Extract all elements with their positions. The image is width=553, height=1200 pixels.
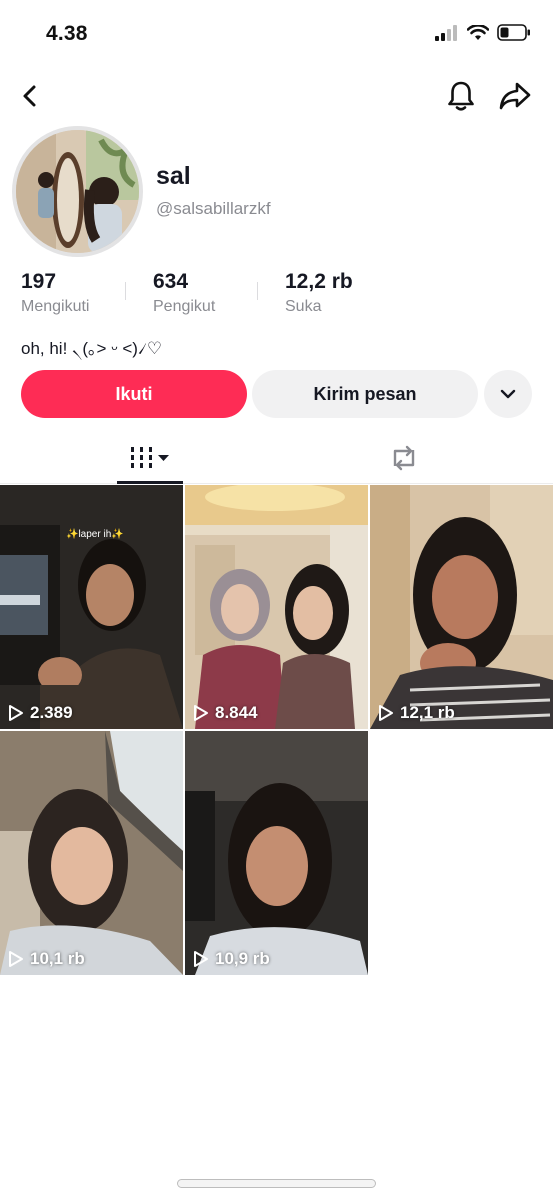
tab-videos[interactable]: [100, 432, 200, 484]
profile-stats: 197 Mengikuti 634 Pengikut 12,2 rb Suka: [21, 270, 417, 316]
stat-value: 634: [153, 270, 189, 293]
username: @salsabillarzkf: [156, 199, 271, 218]
signal-icon: [435, 24, 457, 41]
status-bar: 4.38: [0, 0, 553, 64]
video-thumbnail-4[interactable]: 10,1 rb: [0, 731, 183, 975]
stat-label: Mengikuti: [21, 298, 90, 315]
play-icon: [9, 951, 23, 967]
video-thumbnail-image: [0, 485, 183, 729]
display-name: sal: [156, 162, 191, 190]
battery-icon: [497, 24, 530, 41]
video-thumbnail-image: [185, 731, 368, 975]
video-thumbnail-5[interactable]: 10,9 rb: [185, 731, 368, 975]
repost-icon: [393, 445, 415, 471]
play-icon: [194, 705, 208, 721]
view-count: 10,9 rb: [193, 949, 270, 969]
view-count: 12,1 rb: [378, 703, 455, 723]
message-button[interactable]: Kirim pesan: [252, 370, 478, 418]
active-tab-indicator: [117, 481, 183, 484]
bio: oh, hi! ৲(｡˃ ᵕ ˂)৴♡: [21, 339, 163, 358]
view-count-text: 2.389: [30, 703, 73, 722]
suggested-accounts-button[interactable]: [484, 370, 532, 418]
video-caption: ✨laper ih✨: [66, 529, 124, 540]
video-thumbnail-1[interactable]: ✨laper ih✨ 2.389: [0, 485, 183, 729]
notification-button[interactable]: [443, 78, 479, 114]
stat-value: 12,2 rb: [285, 270, 353, 293]
play-icon: [9, 705, 23, 721]
view-count-text: 8.844: [215, 703, 258, 722]
stat-likes[interactable]: 12,2 rb Suka: [257, 270, 417, 316]
back-button[interactable]: [12, 78, 48, 114]
status-time: 4.38: [46, 22, 88, 45]
bell-icon: [448, 81, 474, 111]
stat-label: Pengikut: [153, 298, 216, 315]
chevron-down-icon: [500, 389, 516, 399]
stat-value: 197: [21, 270, 57, 293]
view-count: 10,1 rb: [8, 949, 85, 969]
home-indicator: [177, 1179, 376, 1188]
follow-button[interactable]: Ikuti: [21, 370, 247, 418]
nav-bar: [0, 72, 553, 122]
play-icon: [194, 951, 208, 967]
avatar-photo: [16, 130, 139, 253]
video-thumbnail-2[interactable]: 8.844: [185, 485, 368, 729]
share-icon: [499, 82, 531, 110]
view-count: 8.844: [193, 703, 258, 723]
video-thumbnail-image: [0, 731, 183, 975]
wifi-icon: [467, 24, 489, 40]
video-thumbnail-3[interactable]: 12,1 rb: [370, 485, 553, 729]
stat-followers[interactable]: 634 Pengikut: [125, 270, 285, 316]
grid-icon: [131, 447, 169, 468]
back-arrow-icon: [23, 85, 36, 107]
stat-label: Suka: [285, 298, 322, 315]
avatar[interactable]: [12, 126, 143, 257]
play-icon: [379, 705, 393, 721]
video-thumbnail-image: [370, 485, 553, 729]
share-button[interactable]: [497, 78, 533, 114]
view-count-text: 12,1 rb: [400, 703, 455, 722]
profile-tabs: [0, 432, 553, 484]
status-icons: [435, 24, 531, 41]
stat-following[interactable]: 197 Mengikuti: [21, 270, 153, 316]
video-thumbnail-image: [185, 485, 368, 729]
tab-reposts[interactable]: [354, 432, 454, 484]
view-count-text: 10,9 rb: [215, 949, 270, 968]
view-count: 2.389: [8, 703, 73, 723]
view-count-text: 10,1 rb: [30, 949, 85, 968]
